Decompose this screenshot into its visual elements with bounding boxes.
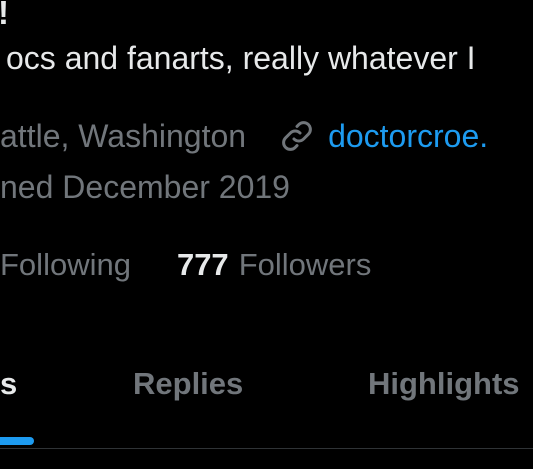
profile-display-name: ! [0,0,9,32]
follow-stats: Following 777 Followers [0,247,371,283]
tab-highlights[interactable]: Highlights [368,366,520,402]
profile-join-date: ned December 2019 [0,169,290,205]
profile-meta-row: attle, Washington doctorcroe. [0,117,488,155]
tab-posts[interactable]: s [0,366,17,402]
profile-bio: ocs and fanarts, really whatever I [6,40,476,76]
profile-location: attle, Washington [0,117,247,154]
active-tab-indicator [0,437,34,445]
followers-link[interactable]: Followers [239,247,372,283]
tabs-divider [0,448,533,449]
link-icon [278,117,316,155]
profile-page: ! ocs and fanarts, really whatever I att… [0,0,533,469]
profile-website-link[interactable]: doctorcroe. [328,118,488,155]
following-link[interactable]: Following [0,247,131,283]
followers-count[interactable]: 777 [177,247,229,283]
tab-replies[interactable]: Replies [133,366,243,402]
